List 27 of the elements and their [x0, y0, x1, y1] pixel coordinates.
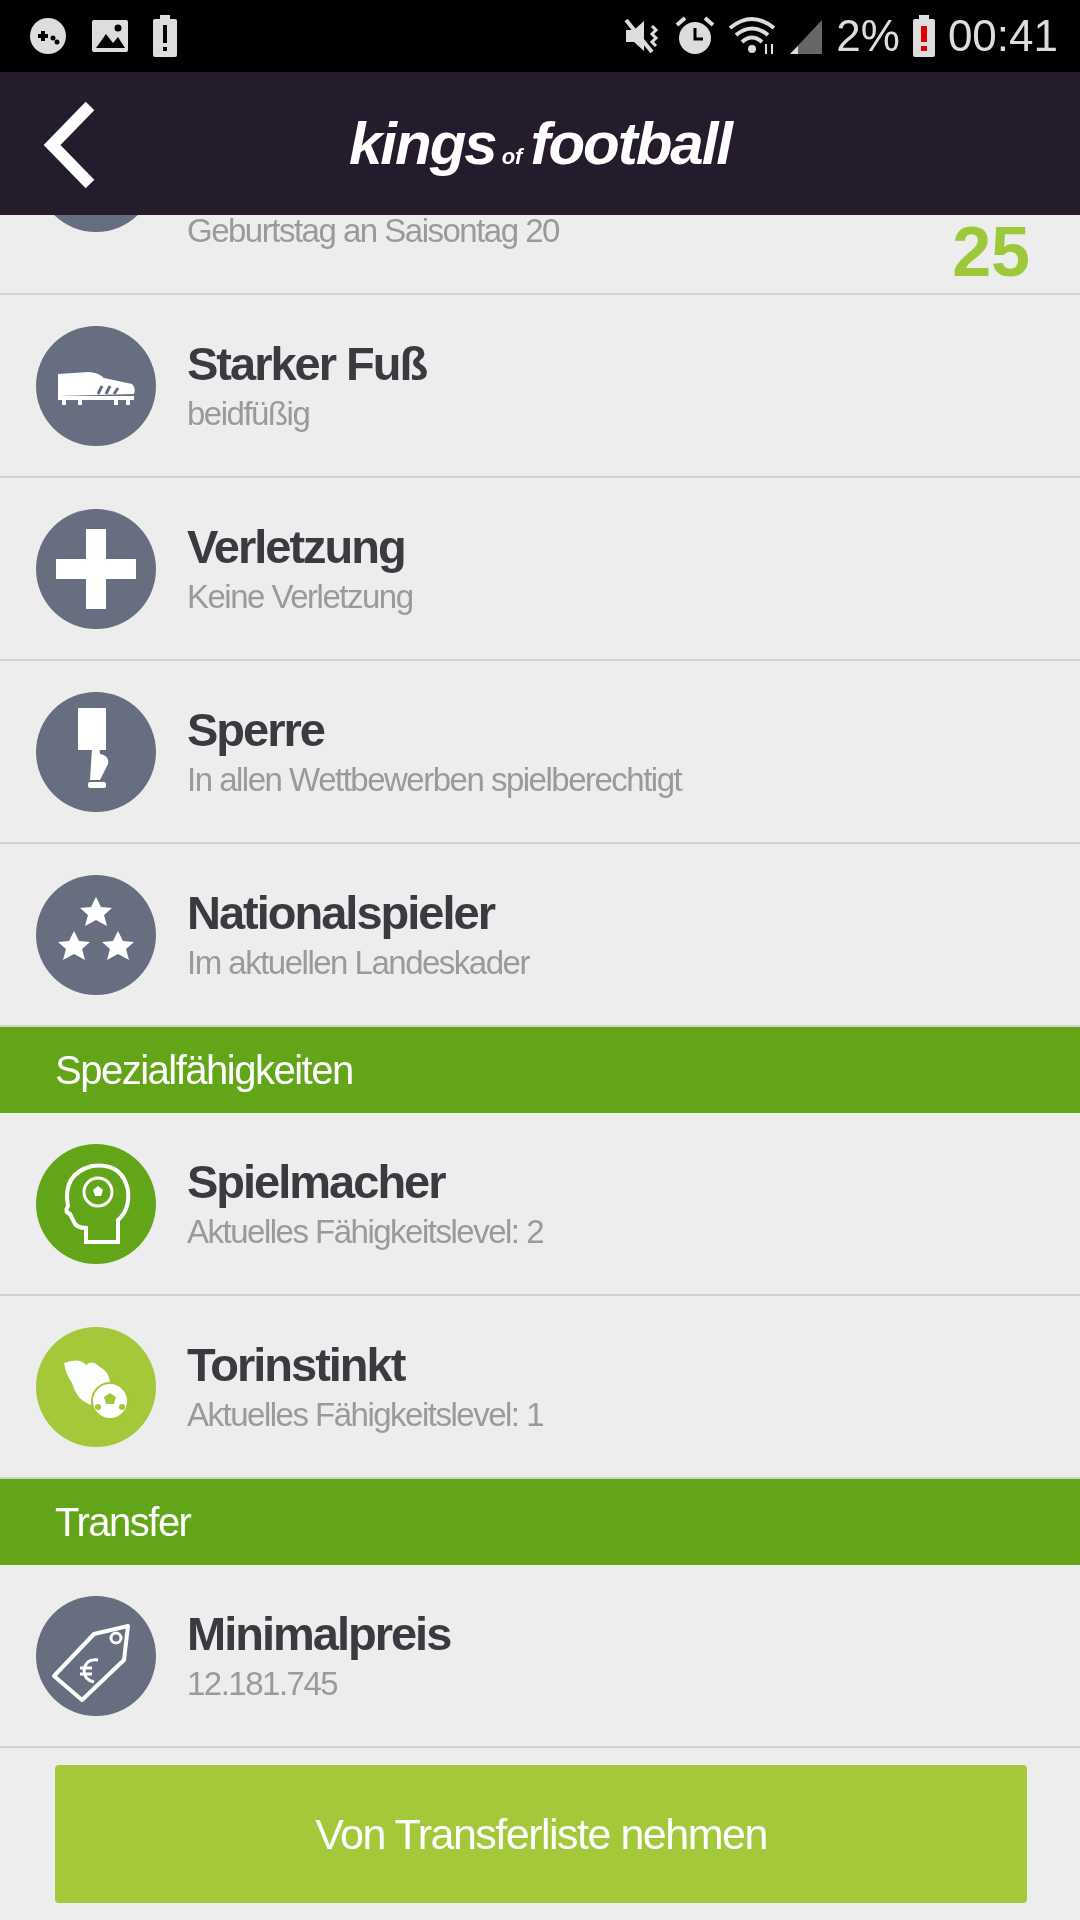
app-logo: kings of football [348, 109, 732, 178]
game-controller-icon [28, 16, 68, 56]
row-title: Verletzung [187, 518, 406, 575]
row-subtitle: 12.181.745 [187, 1663, 339, 1704]
row-title: Nationalspieler [187, 884, 496, 941]
row-title: Minimalpreis [187, 1605, 452, 1662]
section-header: Spezialfähigkeiten [0, 1027, 1080, 1113]
row-title: Spielmacher [187, 1153, 447, 1210]
alert-battery-icon [152, 15, 178, 57]
section-header: Transfer [0, 1479, 1080, 1565]
row-subtitle: Aktuelles Fähigkeitslevel: 1 [187, 1394, 545, 1435]
clock-time: 00:41 [947, 11, 1058, 61]
row-subtitle: In allen Wettbewerben spielberechtigt [187, 759, 683, 800]
row-subtitle: Aktuelles Fähigkeitslevel: 2 [187, 1211, 545, 1252]
alarm-icon [674, 15, 717, 57]
row-title: Starker Fuß [187, 335, 428, 392]
battery-icon [911, 15, 936, 57]
wifi-icon [728, 16, 777, 56]
row-subtitle: beidfüßig [187, 393, 311, 434]
remove-from-transfer-list-button[interactable]: Von Transferliste nehmen [55, 1765, 1027, 1903]
row-title: Sperre [187, 701, 326, 758]
battery-percent: 2% [836, 11, 900, 61]
row-subtitle: Im aktuellen Landeskader [187, 942, 531, 983]
row-title: Torinstinkt [187, 1336, 406, 1393]
row-value: 25 [952, 217, 1030, 287]
row-subtitle: Keine Verletzung [187, 576, 414, 617]
row-subtitle: Geburtstag an Saisontag 20 [187, 215, 560, 251]
